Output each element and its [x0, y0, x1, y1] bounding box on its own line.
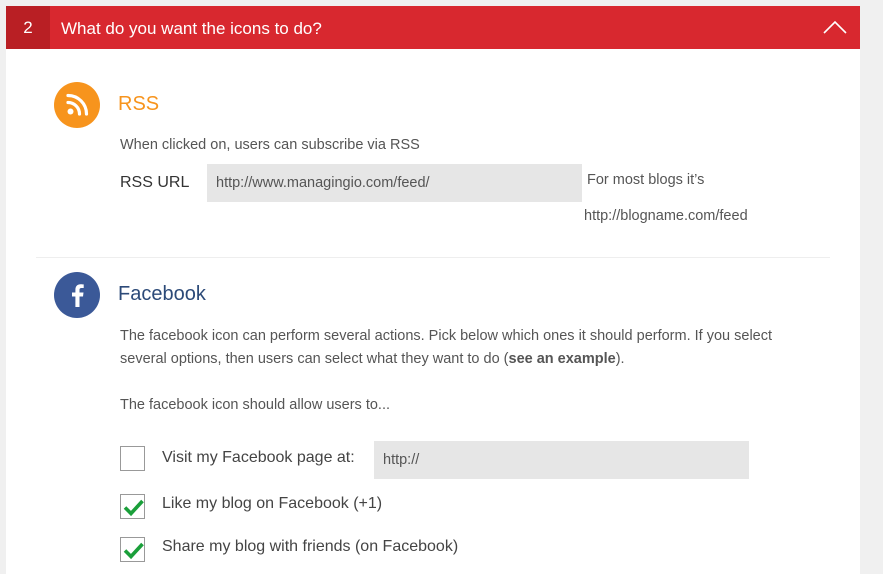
rss-url-hint-example: http://blogname.com/feed — [584, 208, 748, 224]
facebook-allow-text: The facebook icon should allow users to.… — [120, 397, 391, 413]
checkmark-icon — [123, 542, 144, 560]
share-blog-checkbox[interactable] — [120, 537, 145, 562]
rss-icon — [54, 82, 100, 128]
rss-title: RSS — [118, 93, 160, 115]
visit-page-label[interactable]: Visit my Facebook page at: — [162, 448, 355, 468]
rss-url-hint: For most blogs it’s — [587, 172, 705, 188]
section-title: What do you want the icons to do? — [61, 19, 322, 38]
like-blog-checkbox[interactable] — [120, 494, 145, 519]
visit-page-checkbox[interactable] — [120, 446, 145, 471]
rss-url-input[interactable] — [207, 164, 582, 202]
settings-panel: 2 What do you want the icons to do? RSS … — [6, 6, 860, 574]
step-number: 2 — [6, 6, 50, 49]
facebook-title: Facebook — [118, 283, 206, 305]
section-header[interactable]: 2 What do you want the icons to do? — [6, 6, 860, 49]
facebook-page-url-input[interactable] — [374, 441, 749, 479]
description-suffix: ). — [615, 351, 625, 367]
like-blog-label[interactable]: Like my blog on Facebook (+1) — [162, 494, 382, 514]
share-blog-label[interactable]: Share my blog with friends (on Facebook) — [162, 537, 458, 557]
rss-url-label: RSS URL — [120, 174, 190, 191]
description-prefix: several options, then users can select w… — [120, 351, 509, 367]
facebook-icon — [54, 272, 100, 318]
facebook-description-line2: several options, then users can select w… — [120, 348, 840, 371]
rss-description: When clicked on, users can subscribe via… — [120, 137, 420, 153]
facebook-description-line1: The facebook icon can perform several ac… — [120, 328, 773, 344]
checkmark-icon — [123, 499, 144, 517]
facebook-description: The facebook icon can perform several ac… — [120, 325, 840, 371]
section-divider — [36, 257, 830, 258]
see-example-link[interactable]: see an example — [509, 351, 616, 367]
chevron-up-icon[interactable] — [822, 16, 848, 38]
